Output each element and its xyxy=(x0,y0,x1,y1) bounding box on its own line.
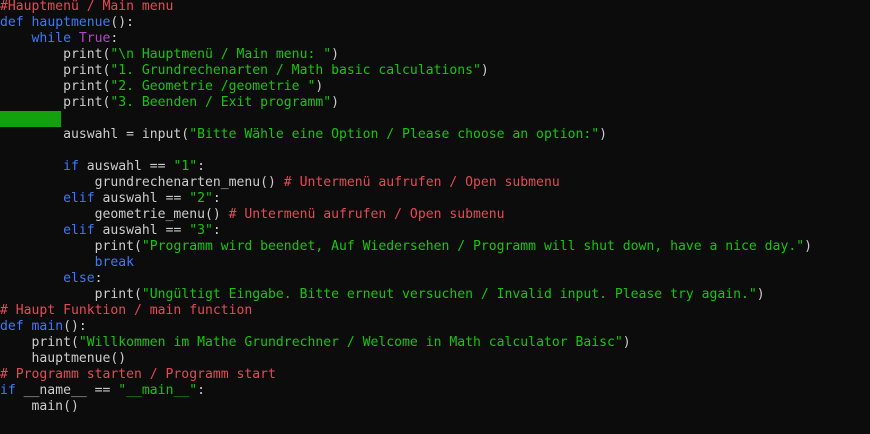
code-line[interactable]: hauptmenue() xyxy=(0,351,870,367)
code-token: True xyxy=(78,31,111,46)
code-token: "\n Hauptmenü / Main menu: " xyxy=(110,47,332,62)
code-line[interactable] xyxy=(0,111,870,127)
code-token: : xyxy=(197,383,205,398)
code-token: if xyxy=(63,159,87,174)
code-line[interactable]: else: xyxy=(0,271,870,287)
code-token: print( xyxy=(0,47,111,62)
code-line[interactable]: # Programm starten / Programm start xyxy=(0,367,870,383)
code-token: auswahl == xyxy=(102,191,190,206)
code-token: ) xyxy=(622,335,631,350)
code-token: (): xyxy=(63,319,87,334)
code-token: "3" xyxy=(189,223,213,238)
code-editor[interactable]: #Hauptmenü / Main menu def hauptmenue(): … xyxy=(0,0,870,415)
code-line[interactable] xyxy=(0,143,870,159)
code-line[interactable]: print("Ungültigt Eingabe. Bitte erneut v… xyxy=(0,287,870,303)
code-token: geometrie_menu() xyxy=(0,207,229,222)
code-line[interactable]: if __name__ == "__main__": xyxy=(0,383,870,399)
code-token: hauptmenue() xyxy=(0,351,127,366)
code-token: print( xyxy=(0,335,79,350)
code-token: __name__ == xyxy=(23,383,119,398)
code-token: elif xyxy=(63,191,103,206)
code-line[interactable]: while True: xyxy=(0,31,870,47)
code-token: auswahl == xyxy=(102,223,190,238)
code-line[interactable]: print("Programm wird beendet, Auf Wieder… xyxy=(0,239,870,255)
code-token: if xyxy=(0,383,24,398)
code-token: ) xyxy=(756,287,765,302)
code-token: # Programm starten / Programm start xyxy=(0,367,276,382)
code-token: print( xyxy=(0,95,111,110)
text-cursor-highlight xyxy=(0,111,61,127)
code-line[interactable]: #Hauptmenü / Main menu xyxy=(0,0,870,15)
code-token: : xyxy=(212,223,221,238)
code-line[interactable]: geometrie_menu() # Untermenü aufrufen / … xyxy=(0,207,870,223)
code-line[interactable]: if auswahl == "1": xyxy=(0,159,870,175)
code-token: grundrechenarten_menu() xyxy=(0,175,284,190)
code-line[interactable]: print("\n Hauptmenü / Main menu: ") xyxy=(0,47,870,63)
code-token: elif xyxy=(63,223,103,238)
code-token: "2" xyxy=(189,191,213,206)
code-token: : xyxy=(212,191,221,206)
code-line[interactable]: elif auswahl == "2": xyxy=(0,191,870,207)
code-token: (): xyxy=(110,15,135,30)
code-token: "2. Geometrie /geometrie " xyxy=(110,79,316,94)
code-token: ) xyxy=(804,239,812,254)
code-token: "Bitte Wähle eine Option / Please choose… xyxy=(189,127,600,142)
code-line[interactable]: def main(): xyxy=(0,319,870,335)
code-line[interactable]: grundrechenarten_menu() # Untermenü aufr… xyxy=(0,175,870,191)
code-token: "Ungültigt Eingabe. Bitte erneut versuch… xyxy=(141,287,757,302)
code-token: def xyxy=(0,15,32,30)
code-line[interactable]: print("3. Beenden / Exit programm") xyxy=(0,95,870,111)
code-line[interactable]: elif auswahl == "3": xyxy=(0,223,870,239)
code-token: while xyxy=(0,31,79,46)
code-token: #Hauptmenü / Main menu xyxy=(0,0,174,14)
code-token: break xyxy=(94,255,135,270)
code-token: ) xyxy=(331,47,339,62)
code-token: main xyxy=(31,319,64,334)
code-token: print( xyxy=(0,79,111,94)
code-token: ) xyxy=(315,79,324,94)
code-token: : xyxy=(197,159,205,174)
code-token: ) xyxy=(331,95,339,110)
code-token: print( xyxy=(0,63,111,78)
code-token: auswahl = input( xyxy=(0,127,190,142)
code-token: auswahl == xyxy=(86,159,174,174)
code-token: "Willkommen im Mathe Grundrechner / Welc… xyxy=(78,335,623,350)
code-token: "__main__" xyxy=(118,383,198,398)
code-line[interactable]: break xyxy=(0,255,870,271)
code-line[interactable]: main() xyxy=(0,399,870,415)
code-token: else xyxy=(63,271,95,286)
code-token: # Untermenü aufrufen / Open submenu xyxy=(228,207,505,222)
code-token: : xyxy=(110,31,119,46)
code-line[interactable]: auswahl = input("Bitte Wähle eine Option… xyxy=(0,127,870,143)
code-token: def xyxy=(0,319,32,334)
code-token: print( xyxy=(0,239,142,254)
code-token: main() xyxy=(0,399,79,414)
code-token: "Programm wird beendet, Auf Wiedersehen … xyxy=(141,239,805,254)
code-token: # Haupt Funktion / main function xyxy=(0,303,253,318)
code-token: ) xyxy=(480,63,489,78)
code-token: "1. Grundrechenarten / Math basic calcul… xyxy=(110,63,481,78)
code-token: hauptmenue xyxy=(31,15,111,30)
code-line[interactable]: print("Willkommen im Mathe Grundrechner … xyxy=(0,335,870,351)
code-token: "1" xyxy=(173,159,198,174)
code-token: ) xyxy=(599,127,608,142)
code-line[interactable]: print("1. Grundrechenarten / Math basic … xyxy=(0,63,870,79)
code-token: # Untermenü aufrufen / Open submenu xyxy=(283,175,560,190)
code-line[interactable]: def hauptmenue(): xyxy=(0,15,870,31)
code-line[interactable]: print("2. Geometrie /geometrie ") xyxy=(0,79,870,95)
code-token: : xyxy=(94,271,103,286)
code-token: print( xyxy=(0,287,142,302)
code-token: "3. Beenden / Exit programm" xyxy=(110,95,332,110)
code-line[interactable]: # Haupt Funktion / main function xyxy=(0,303,870,319)
